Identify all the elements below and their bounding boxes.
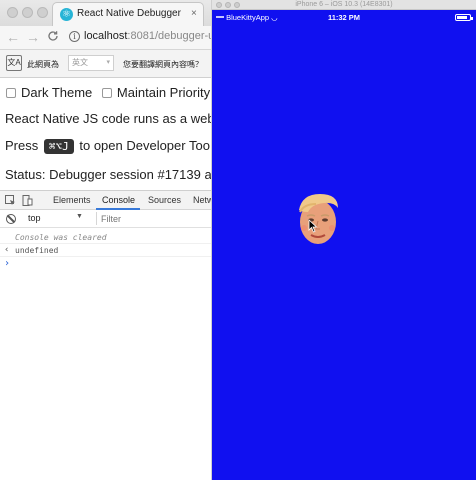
- console-toolbar: top ▼: [0, 210, 211, 228]
- device-toolbar-icon[interactable]: [22, 195, 33, 206]
- language-value: 英文: [72, 58, 88, 67]
- maintain-priority-checkbox[interactable]: [101, 88, 112, 98]
- site-info-icon[interactable]: i: [69, 31, 80, 42]
- ios-simulator[interactable]: iPhone 6 – iOS 10.3 (14E8301) BlueKittyA…: [212, 0, 476, 480]
- tab-console[interactable]: Console: [102, 195, 135, 205]
- chevron-down-icon: ▾: [106, 59, 110, 66]
- tab-sources[interactable]: Sources: [148, 195, 181, 205]
- simulator-title: iPhone 6 – iOS 10.3 (14E8301): [295, 1, 393, 8]
- translate-question: 您要翻譯網頁內容嗎？: [123, 60, 203, 69]
- forward-button[interactable]: →: [26, 29, 40, 45]
- react-icon: ⚛: [60, 8, 73, 21]
- face-image[interactable]: [294, 190, 342, 246]
- translate-label: 此網頁為: [27, 60, 59, 69]
- translate-bar: 文A 此網頁為 英文 ▾ 您要翻譯網頁內容嗎？: [0, 50, 211, 78]
- reload-button[interactable]: [47, 30, 59, 45]
- dark-theme-label: Dark Theme: [21, 85, 93, 100]
- console-output: Console was cleared ‹ undefined ›: [0, 228, 211, 480]
- back-button[interactable]: ←: [6, 29, 20, 45]
- log-text: undefined: [15, 246, 59, 255]
- context-select[interactable]: top: [28, 213, 41, 223]
- filter-input[interactable]: [96, 212, 206, 225]
- browser-toolbar: ← → i localhost:8081/debugger-ui: [0, 26, 212, 50]
- shortcut-hint: Press ⌘⌥J to open Developer Too: [5, 138, 210, 154]
- log-text: Console was cleared: [15, 233, 107, 242]
- chevron-down-icon: ▼: [76, 213, 83, 220]
- console-message: Console was cleared: [0, 231, 211, 244]
- console-message: ‹ undefined: [0, 244, 211, 257]
- keyboard-shortcut: ⌘⌥J: [43, 139, 74, 154]
- result-arrow-icon: ‹: [4, 245, 10, 255]
- reload-icon: [48, 31, 58, 41]
- status-text: Status: Debugger session #17139 ac: [5, 167, 212, 182]
- console-prompt[interactable]: ›: [4, 258, 10, 269]
- close-window-button[interactable]: [7, 7, 18, 18]
- options-row: Dark Theme Maintain Priority: [6, 85, 210, 100]
- url-host: localhost: [84, 30, 128, 42]
- battery-icon: [455, 14, 473, 21]
- debugger-page: Dark Theme Maintain Priority React Nativ…: [0, 78, 212, 190]
- simulator-titlebar: iPhone 6 – iOS 10.3 (14E8301): [212, 0, 476, 10]
- devtools-tabbar: Elements Console Sources Netw: [0, 190, 211, 210]
- ios-status-bar: BlueKittyApp ◡ 11:32 PM: [212, 10, 476, 24]
- press-rest-label: to open Developer Too: [79, 138, 210, 153]
- mouse-cursor-icon: [308, 219, 318, 233]
- translate-icon: 文A: [6, 55, 22, 71]
- minimize-window-button[interactable]: [22, 7, 33, 18]
- inspect-element-icon[interactable]: [5, 195, 16, 206]
- close-tab-icon[interactable]: ×: [191, 8, 197, 19]
- zoom-window-button[interactable]: [37, 7, 48, 18]
- tab-network[interactable]: Netw: [193, 195, 211, 205]
- tab-elements[interactable]: Elements: [53, 195, 91, 205]
- browser-tab[interactable]: ⚛ React Native Debugger ×: [52, 2, 204, 26]
- info-text: React Native JS code runs as a web: [5, 111, 212, 126]
- tab-title: React Native Debugger: [77, 8, 181, 19]
- url-path: :8081/debugger-ui: [127, 30, 212, 42]
- address-bar[interactable]: localhost:8081/debugger-ui: [84, 30, 212, 42]
- chrome-window: ⚛ React Native Debugger × ← → i localhos…: [0, 0, 212, 480]
- language-select[interactable]: 英文 ▾: [68, 55, 114, 71]
- press-label: Press: [5, 138, 39, 153]
- status-time: 11:32 PM: [327, 13, 361, 22]
- clear-console-icon[interactable]: [6, 214, 16, 224]
- maintain-priority-label: Maintain Priority: [116, 85, 211, 100]
- chrome-titlebar: ⚛ React Native Debugger ×: [0, 0, 211, 26]
- dark-theme-checkbox[interactable]: [6, 88, 16, 98]
